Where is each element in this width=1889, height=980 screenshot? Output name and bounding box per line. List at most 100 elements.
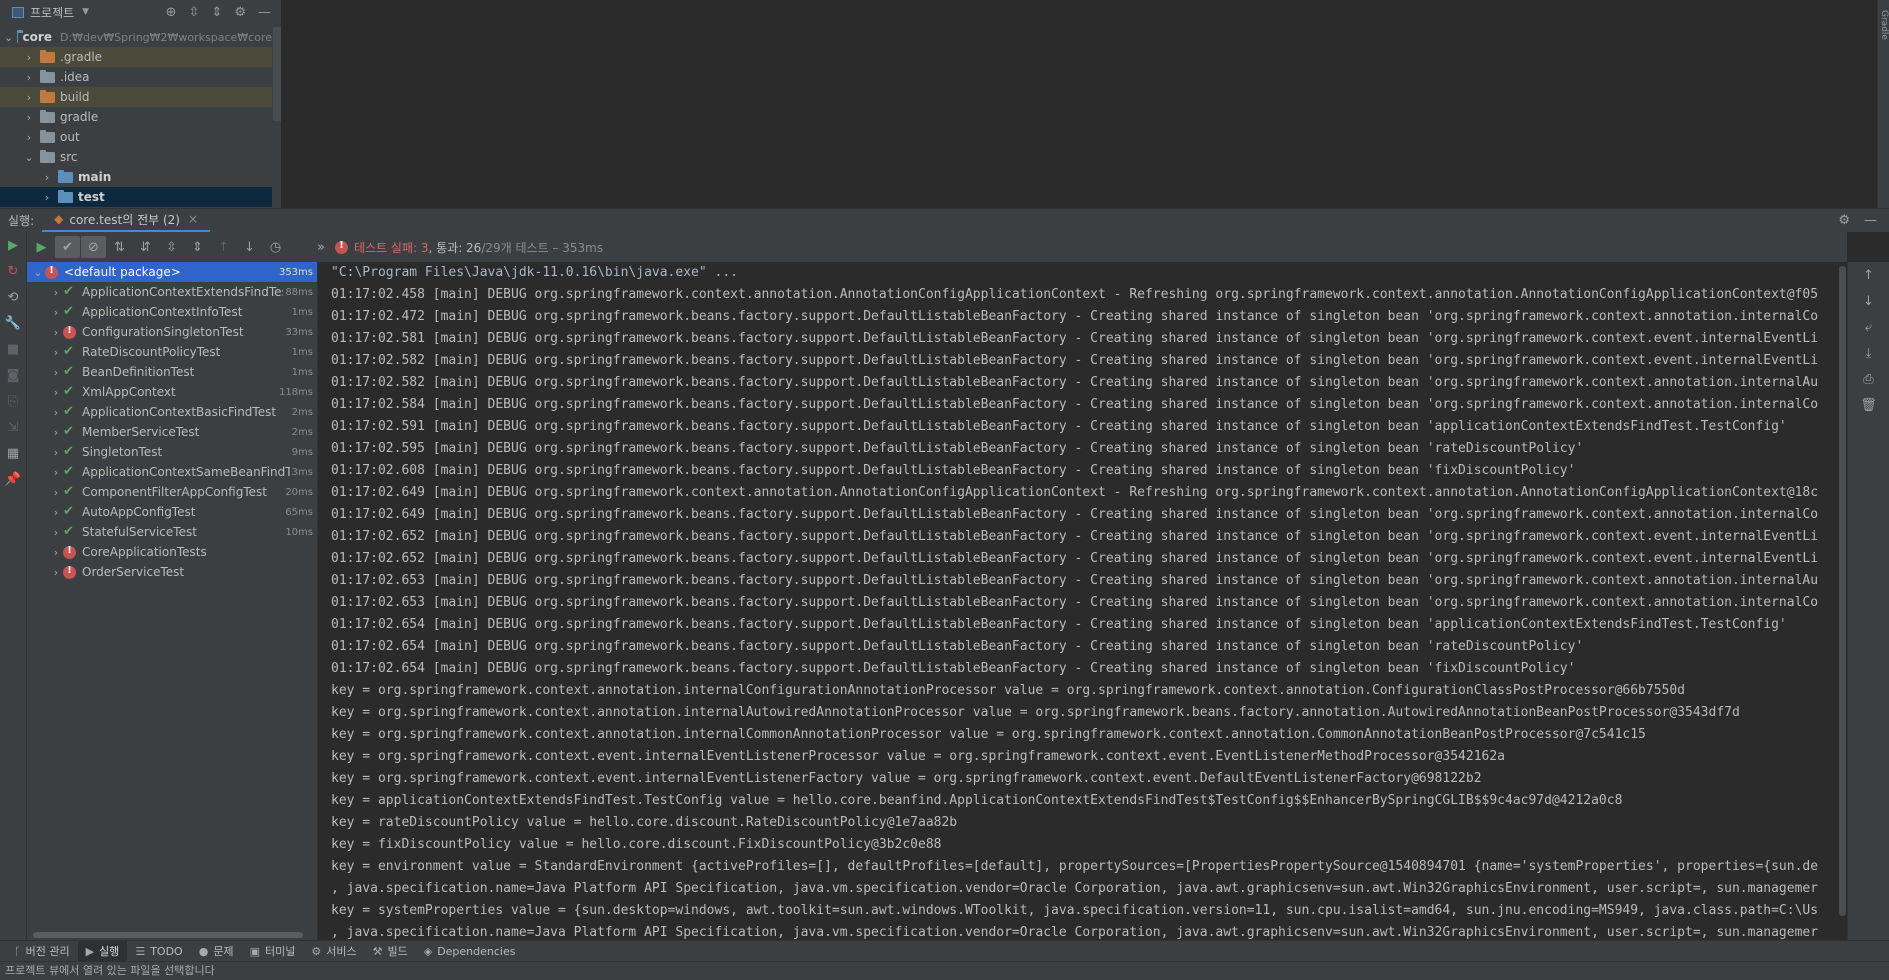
trash-icon[interactable]: 🗑 — [1848, 392, 1889, 418]
project-tree-item[interactable]: › build — [0, 87, 272, 107]
chevron-right-icon[interactable]: › — [22, 131, 36, 144]
chevron-right-icon[interactable]: › — [49, 366, 63, 379]
test-tree-item[interactable]: ⌄ <default package> 353ms — [27, 262, 317, 282]
project-tree-item[interactable]: › .idea — [0, 67, 272, 87]
chevron-right-icon[interactable]: › — [49, 546, 63, 559]
stop-icon[interactable]: ■ — [0, 336, 26, 362]
chevron-right-icon[interactable]: › — [49, 286, 63, 299]
camera-icon[interactable]: ◙ — [0, 362, 26, 388]
project-tree[interactable]: ⌄ core D:₩dev₩Spring₩2₩workspace₩core › .gra… — [0, 27, 272, 207]
chevron-right-icon[interactable]: › — [49, 486, 63, 499]
project-scrollbar[interactable] — [273, 27, 281, 121]
test-tree-item[interactable]: › BeanDefinitionTest 1ms — [27, 362, 317, 382]
console-output[interactable]: "C:\Program Files\Java\jdk-11.0.16\bin\j… — [317, 262, 1847, 940]
arrow-up-icon[interactable]: ↑ — [1848, 262, 1889, 288]
chevron-right-icon[interactable]: › — [49, 326, 63, 339]
test-tree-item[interactable]: › SingletonTest 9ms — [27, 442, 317, 462]
chevron-right-icon[interactable]: › — [49, 466, 63, 479]
test-tree-item[interactable]: › StatefulServiceTest 10ms — [27, 522, 317, 542]
gear-icon[interactable]: ⚙ — [234, 5, 246, 20]
more-icon[interactable]: » — [317, 240, 325, 255]
test-tree-item[interactable]: › OrderServiceTest — [27, 562, 317, 582]
collapse-all-icon[interactable]: ⇕ — [211, 5, 222, 20]
gradle-tab[interactable]: Gradle — [1879, 10, 1889, 40]
chevron-right-icon[interactable]: › — [49, 566, 63, 579]
minimize-icon[interactable]: — — [258, 5, 271, 20]
bottom-tab[interactable]: ᚴ 버전 관리 — [6, 941, 78, 962]
chevron-down-icon[interactable]: ⌄ — [31, 266, 45, 279]
chevron-down-icon[interactable]: ▼ — [82, 7, 89, 17]
expand-all-icon[interactable]: ⇳ — [159, 236, 184, 258]
project-tree-item[interactable]: › main — [0, 167, 272, 187]
chevron-right-icon[interactable]: › — [49, 426, 63, 439]
chevron-right-icon[interactable]: › — [49, 506, 63, 519]
rerun-icon[interactable]: ▶ — [0, 232, 26, 258]
chevron-right-icon[interactable]: › — [22, 91, 36, 104]
chevron-right-icon[interactable]: › — [22, 71, 36, 84]
toggle-auto-test-icon[interactable]: ⟲ — [0, 284, 26, 310]
project-tree-item[interactable]: › test — [0, 187, 272, 207]
test-tree-item[interactable]: › MemberServiceTest 2ms — [27, 422, 317, 442]
pin-icon[interactable]: 📌 — [0, 466, 26, 492]
bottom-tab[interactable]: ⚒ 빌드 — [365, 941, 416, 962]
chevron-right-icon[interactable]: › — [49, 446, 63, 459]
sort-duration-icon[interactable]: ⇵ — [133, 236, 158, 258]
chevron-down-icon[interactable]: ⌄ — [22, 151, 36, 164]
project-tree-item[interactable]: ⌄ core D:₩dev₩Spring₩2₩workspace₩core — [0, 27, 272, 47]
chevron-right-icon[interactable]: › — [22, 51, 36, 64]
print-icon[interactable]: ⎙ — [1848, 366, 1889, 392]
bottom-tab[interactable]: ● 문제 — [191, 941, 242, 962]
chevron-right-icon[interactable]: › — [40, 191, 54, 204]
bottom-tab[interactable]: ☰ TODO — [127, 941, 190, 962]
chevron-right-icon[interactable]: › — [49, 526, 63, 539]
show-ignored-icon[interactable]: ⊘ — [81, 236, 106, 258]
chevron-right-icon[interactable]: › — [40, 171, 54, 184]
test-tree-item[interactable]: › ApplicationContextInfoTest 1ms — [27, 302, 317, 322]
chevron-down-icon[interactable]: ⌄ — [4, 31, 13, 44]
chevron-right-icon[interactable]: › — [49, 346, 63, 359]
run-icon[interactable]: ▶ — [29, 236, 54, 258]
console-scrollbar[interactable] — [1838, 262, 1847, 940]
bottom-tab[interactable]: ⚙ 서비스 — [303, 941, 364, 962]
bottom-tab[interactable]: ▶ 실행 — [77, 940, 128, 962]
chevron-right-icon[interactable]: › — [49, 386, 63, 399]
history-icon[interactable]: ◷ — [263, 236, 288, 258]
horizontal-scrollbar[interactable] — [27, 930, 317, 940]
test-tree-item[interactable]: › ConfigurationSingletonTest 33ms — [27, 322, 317, 342]
test-tree-item[interactable]: › CoreApplicationTests — [27, 542, 317, 562]
test-tree-item[interactable]: › ComponentFilterAppConfigTest 20ms — [27, 482, 317, 502]
previous-failed-icon[interactable]: ↑ — [211, 236, 236, 258]
project-tree-item[interactable]: › out — [0, 127, 272, 147]
expand-all-icon[interactable]: ⇳ — [189, 5, 200, 20]
test-results-tree[interactable]: ⌄ <default package> 353ms › ApplicationConte… — [27, 262, 317, 940]
run-configuration-tab[interactable]: ◆ core.test의 전부 (2) × — [42, 209, 211, 233]
show-passed-icon[interactable]: ✔ — [55, 236, 80, 258]
chevron-right-icon[interactable]: › — [22, 111, 36, 124]
test-tree-item[interactable]: › XmlAppContext 118ms — [27, 382, 317, 402]
test-tree-item[interactable]: › ApplicationContextBasicFindTest 2ms — [27, 402, 317, 422]
collapse-all-icon[interactable]: ⇕ — [185, 236, 210, 258]
project-tree-item[interactable]: ⌄ src — [0, 147, 272, 167]
project-tree-item[interactable]: › .gradle — [0, 47, 272, 67]
test-tree-item[interactable]: › ApplicationContextExtendsFindTest88ms — [27, 282, 317, 302]
rerun-failed-icon[interactable]: ↻ — [0, 258, 26, 284]
chevron-right-icon[interactable]: › — [49, 406, 63, 419]
import-icon[interactable]: ⇲ — [0, 414, 26, 440]
export-icon[interactable]: ⎘ — [0, 388, 26, 414]
bottom-tab[interactable]: ◈ Dependencies — [416, 941, 524, 962]
test-tree-item[interactable]: › RateDiscountPolicyTest 1ms — [27, 342, 317, 362]
minimize-icon[interactable]: — — [1864, 213, 1877, 228]
sort-alpha-icon[interactable]: ⇅ — [107, 236, 132, 258]
soft-wrap-icon[interactable]: ⤶ — [1848, 314, 1889, 340]
project-view-selector[interactable]: 프로젝트 — [30, 4, 74, 21]
layout-icon[interactable]: ▦ — [0, 440, 26, 466]
bottom-tab[interactable]: ▣ 터미널 — [242, 941, 304, 962]
test-tree-item[interactable]: › ApplicationContextSameBeanFindTest3ms — [27, 462, 317, 482]
scroll-to-end-icon[interactable]: ⤓ — [1848, 340, 1889, 366]
gear-icon[interactable]: ⚙ — [1838, 213, 1850, 228]
test-tree-item[interactable]: › AutoAppConfigTest 65ms — [27, 502, 317, 522]
close-icon[interactable]: × — [188, 212, 198, 226]
next-failed-icon[interactable]: ↓ — [237, 236, 262, 258]
chevron-right-icon[interactable]: › — [49, 306, 63, 319]
arrow-down-icon[interactable]: ↓ — [1848, 288, 1889, 314]
